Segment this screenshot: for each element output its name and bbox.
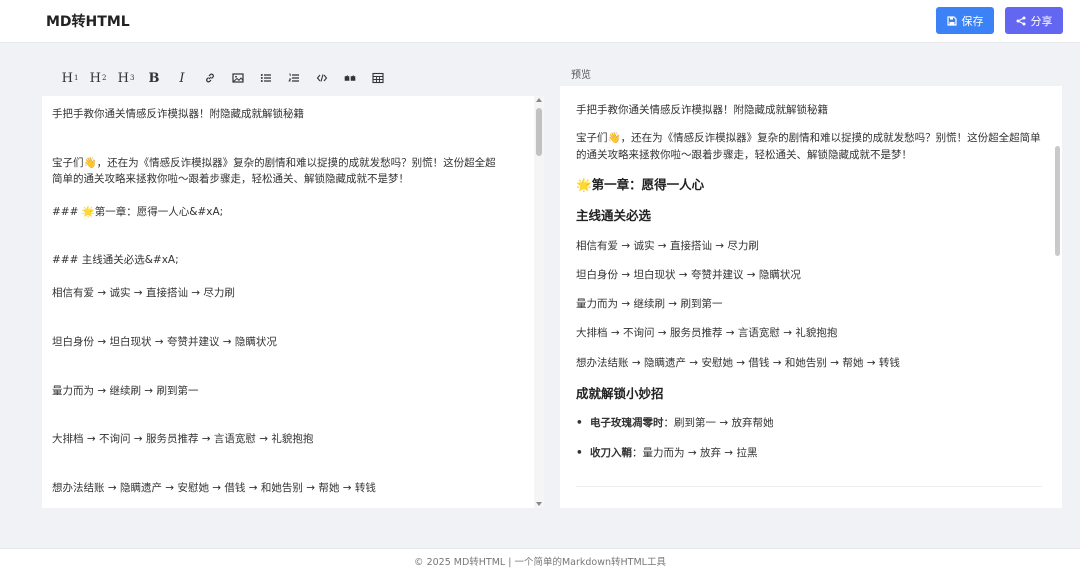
heading1-label: H bbox=[61, 70, 73, 86]
table-icon bbox=[372, 72, 384, 84]
editor-toolbar: H1 H2 H3 B I bbox=[42, 60, 544, 96]
preview-title: 手把手教你通关情感反诈模拟器！附隐藏成就解锁秘籍 bbox=[576, 104, 828, 116]
preview-main-heading: 主线通关必选 bbox=[576, 208, 652, 224]
bold-label: B bbox=[148, 70, 160, 86]
editor-line: 宝子们👋，还在为《情感反诈模拟器》复杂的剧情和难以捉摸的成就发愁吗？别慌！这份超… bbox=[52, 156, 496, 169]
editor-line: 大排档 → 不询问 → 服务员推荐 → 言语宽慰 → 礼貌抱抱 bbox=[52, 433, 314, 446]
save-label: 保存 bbox=[961, 14, 984, 28]
preview-step: 相信有爱 → 诚实 → 直接搭讪 → 尽力刷 bbox=[576, 239, 759, 252]
heading1-button[interactable]: H1 bbox=[56, 64, 84, 92]
save-icon bbox=[946, 15, 957, 26]
heading2-label: H bbox=[89, 70, 101, 86]
save-button[interactable]: 保存 bbox=[936, 7, 994, 34]
editor-content[interactable]: 手把手教你通关情感反诈模拟器！附隐藏成就解锁秘籍 宝子们👋，还在为《情感反诈模拟… bbox=[52, 106, 526, 496]
link-icon bbox=[206, 73, 214, 83]
heading3-sup: 3 bbox=[129, 74, 135, 82]
top-bar: MD转HTML 保存 分享 bbox=[0, 0, 1080, 43]
editor-line: 坦白身份 → 坦白现状 → 夸赞并建议 → 隐瞒状况 bbox=[52, 335, 277, 348]
share-icon bbox=[1016, 16, 1025, 25]
achievement-name: 电子玫瑰凋零时 bbox=[590, 417, 664, 430]
preview-step: 大排档 → 不询问 → 服务员推荐 → 言语宽慰 → 礼貌抱抱 bbox=[576, 327, 838, 340]
editor-line: 简单的通关攻略来拯救你啦～跟着步骤走，轻松通关、解锁隐藏成就不是梦！ bbox=[52, 173, 409, 186]
italic-button[interactable]: I bbox=[168, 64, 196, 92]
preview-step: 量力而为 → 继续刷 → 刷到第一 bbox=[576, 298, 723, 311]
link-button[interactable] bbox=[196, 64, 224, 92]
image-icon bbox=[232, 73, 244, 83]
footer: © 2025 MD转HTML | 一个简单的Markdown转HTML工具 bbox=[0, 548, 1080, 573]
preview-achievements: • 电子玫瑰凋零时：刷到第一 → 放弃帮她 • 收刀入鞘：量力而为 → 放弃 → 拉黑 bbox=[576, 415, 1042, 461]
table-button[interactable] bbox=[364, 64, 392, 92]
preview-chapter1-heading: 🌟第一章：愿得一人心 bbox=[576, 176, 705, 192]
bold-button[interactable]: B bbox=[140, 64, 168, 92]
image-button[interactable] bbox=[224, 64, 252, 92]
code-button[interactable] bbox=[308, 64, 336, 92]
italic-label: I bbox=[179, 70, 185, 86]
bullet-list-button[interactable] bbox=[252, 64, 280, 92]
numbered-list-button[interactable] bbox=[280, 64, 308, 92]
heading2-sup: 2 bbox=[101, 74, 107, 82]
bullet-icon: • bbox=[576, 417, 583, 430]
preview-panel: 手把手教你通关情感反诈模拟器！附隐藏成就解锁秘籍 宝子们👋，还在为《情感反诈模拟… bbox=[560, 86, 1062, 508]
editor-line: ### 🌟第一章：愿得一人心&#xA; bbox=[52, 205, 224, 218]
bullet-icon: • bbox=[576, 446, 583, 459]
app-brand: MD转HTML bbox=[46, 14, 130, 30]
heading1-sup: 1 bbox=[73, 74, 79, 82]
code-icon bbox=[316, 74, 328, 82]
editor-line: ### 主线通关必选&#xA; bbox=[52, 254, 179, 267]
heading3-label: H bbox=[117, 70, 129, 86]
quote-button[interactable] bbox=[336, 64, 364, 92]
preview-steps: 相信有爱 → 诚实 → 直接搭讪 → 尽力刷坦白身份 → 坦白现状 → 夸赞并建… bbox=[576, 238, 1042, 371]
achievement-desc: ：刷到第一 → 放弃帮她 bbox=[663, 417, 774, 430]
preview-intro: 宝子们👋，还在为《情感反诈模拟器》复杂的剧情和难以捉摸的成就发愁吗？别慌！这份超… bbox=[576, 132, 1041, 161]
achievement-name: 收刀入鞘 bbox=[590, 446, 632, 459]
preview-step: 想办法结账 → 隐瞒遗产 → 安慰她 → 借钱 → 和她告别 → 帮她 → 转钱 bbox=[576, 356, 900, 369]
preview-scroll-thumb[interactable] bbox=[1055, 146, 1060, 256]
achievement-item: • 电子玫瑰凋零时：刷到第一 → 放弃帮她 bbox=[576, 415, 1042, 431]
preview-divider bbox=[576, 486, 1042, 487]
scroll-up-icon[interactable] bbox=[536, 98, 542, 102]
editor-line: 相信有爱 → 诚实 → 直接搭讪 → 尽力刷 bbox=[52, 286, 235, 299]
footer-text: © 2025 MD转HTML | 一个简单的Markdown转HTML工具 bbox=[414, 557, 666, 568]
preview-achievements-heading: 成就解锁小妙招 bbox=[576, 385, 664, 401]
editor-line: 量力而为 → 继续刷 → 刷到第一 bbox=[52, 384, 199, 397]
heading2-button[interactable]: H2 bbox=[84, 64, 112, 92]
editor-line: 手把手教你通关情感反诈模拟器！附隐藏成就解锁秘籍 bbox=[52, 108, 304, 120]
editor-line: 想办法结账 → 隐瞒遗产 → 安慰她 → 借钱 → 和她告别 → 帮她 → 转钱 bbox=[52, 482, 376, 495]
quote-icon bbox=[344, 75, 356, 81]
preview-step: 坦白身份 → 坦白现状 → 夸赞并建议 → 隐瞒状况 bbox=[576, 268, 801, 281]
achievement-item: • 收刀入鞘：量力而为 → 放弃 → 拉黑 bbox=[576, 445, 1042, 461]
numbered-list-icon bbox=[288, 73, 299, 82]
editor-scrollbar[interactable] bbox=[534, 96, 544, 508]
markdown-editor[interactable]: 手把手教你通关情感反诈模拟器！附隐藏成就解锁秘籍 宝子们👋，还在为《情感反诈模拟… bbox=[42, 96, 544, 508]
share-label: 分享 bbox=[1030, 14, 1053, 28]
editor-scroll-thumb[interactable] bbox=[536, 108, 542, 156]
achievement-desc: ：量力而为 → 放弃 → 拉黑 bbox=[632, 446, 758, 459]
preview-label: 预览 bbox=[571, 70, 591, 81]
editor-panel: H1 H2 H3 B I 手把手教你通关情感反诈模拟器！附隐藏成就解锁秘籍 宝子… bbox=[42, 60, 544, 508]
heading3-button[interactable]: H3 bbox=[112, 64, 140, 92]
bullet-list-icon bbox=[260, 74, 271, 82]
scroll-down-icon[interactable] bbox=[536, 502, 542, 506]
share-button[interactable]: 分享 bbox=[1005, 7, 1063, 34]
